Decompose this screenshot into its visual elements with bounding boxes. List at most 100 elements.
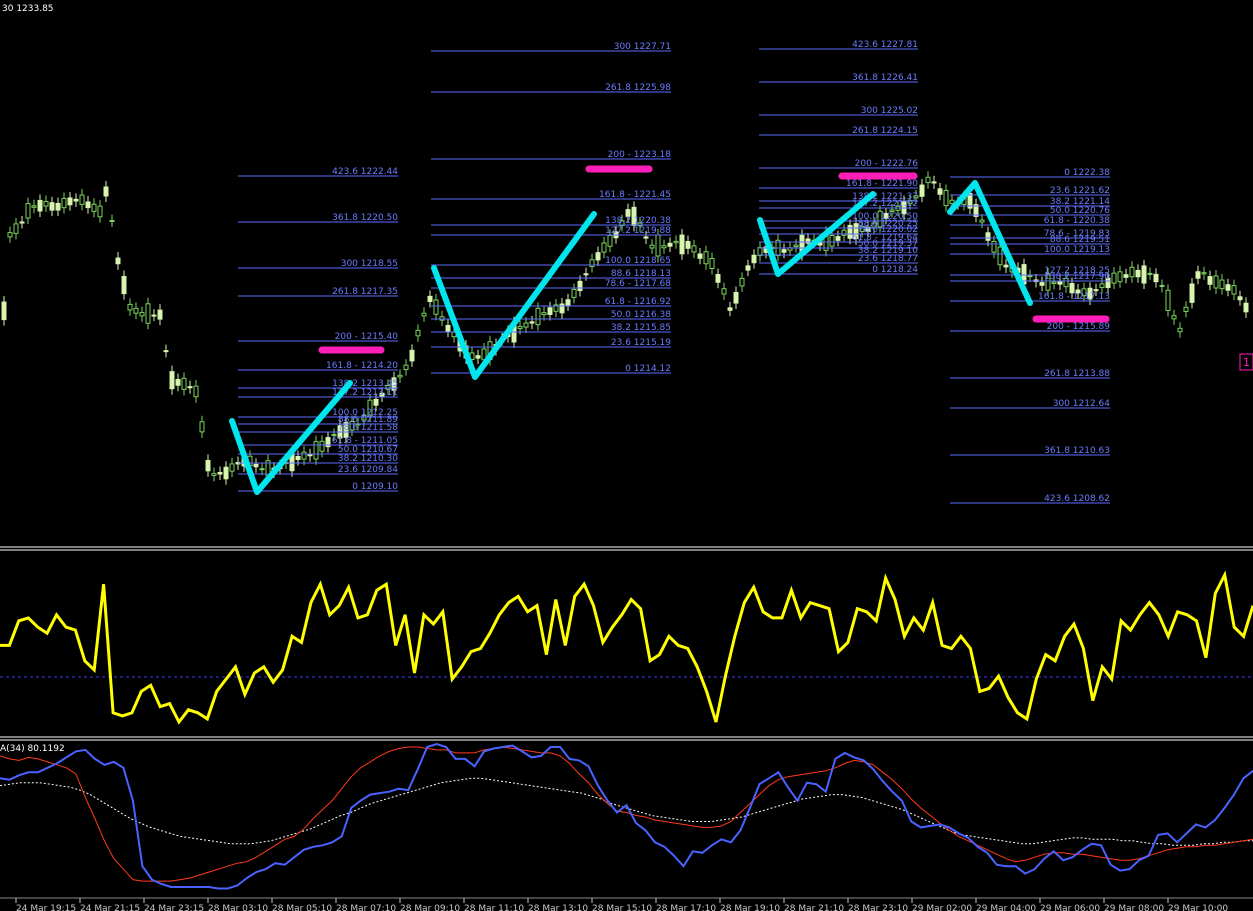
candle-body: [223, 466, 229, 480]
candle-body: [577, 280, 583, 292]
fib-level-label: 23.6 1215.19: [611, 338, 671, 348]
fib-level-label: 0 1222.38: [1064, 168, 1110, 178]
candle-body: [475, 355, 481, 359]
candle-body: [535, 307, 541, 326]
candle-body: [661, 245, 667, 249]
fib-level-label: 23.6 1218.77: [858, 254, 918, 264]
fib-level-label: 0 1209.10: [352, 482, 398, 492]
fib-level-label: 23.6 1221.62: [1050, 186, 1110, 196]
candle-body: [1147, 272, 1153, 275]
fib-level-label: 38.2 1210.30: [338, 454, 398, 464]
oscillator-line: [0, 570, 1253, 725]
candle-body: [415, 329, 421, 337]
fib-level-label: 200 - 1223.18: [608, 150, 672, 160]
time-tick-label: 28 Mar 15:10: [592, 904, 652, 911]
candle-body: [103, 186, 109, 197]
candle-body: [217, 472, 223, 475]
fib-level-label: 50.0 1220.76: [1050, 206, 1110, 216]
candle-body: [1159, 284, 1165, 287]
candle-body: [199, 421, 205, 433]
candle-body: [1129, 266, 1135, 278]
svg-text:1: 1: [1243, 356, 1250, 369]
candle-body: [61, 197, 67, 209]
candle-body: [1171, 315, 1177, 320]
fib-level-label: 78.6 - 1217.68: [605, 279, 671, 289]
candle-body: [595, 252, 601, 261]
fib-level-label: 261.8 1225.98: [605, 83, 671, 93]
candle-body: [649, 244, 655, 249]
time-tick-label: 29 Mar 04:00: [976, 904, 1036, 911]
candle-body: [979, 219, 985, 223]
candle-body: [835, 236, 841, 241]
candle-body: [43, 201, 49, 207]
candle-body: [727, 307, 733, 311]
candle-body: [685, 241, 691, 249]
candle-body: [937, 188, 943, 195]
time-tick-label: 24 Mar 19:15: [16, 904, 76, 911]
candle-body: [559, 303, 565, 314]
candle-body: [985, 232, 991, 241]
candle-body: [91, 203, 97, 212]
candle-body: [601, 242, 607, 253]
candle-body: [1213, 275, 1219, 289]
candle-body: [157, 309, 163, 320]
candle-body: [301, 451, 307, 460]
time-axis: 24 Mar 19:15 24 Mar 21:15 24 Mar 23:15 28 M…: [15, 898, 1228, 911]
candle-body: [31, 205, 37, 208]
fib-level-label: 61.8 - 1220.38: [1044, 216, 1110, 226]
candle-body: [715, 274, 721, 283]
time-tick-label: 28 Mar 07:10: [336, 904, 396, 911]
fib-level-label: 261.8 1224.15: [852, 126, 918, 136]
candle-body: [739, 277, 745, 287]
candle-body: [139, 312, 145, 317]
candle-body: [943, 190, 949, 207]
candle-body: [1237, 296, 1243, 301]
fib-level-label: 161.8 - 1221.45: [599, 190, 671, 200]
candle-body: [409, 349, 415, 362]
time-tick-label: 29 Mar 10:00: [1168, 904, 1228, 911]
trading-chart[interactable]: 423.6 1222.44 361.8 1220.50 300 1218.55 261…: [0, 0, 1253, 911]
price-tag: 1: [1239, 353, 1253, 371]
time-tick-label: 29 Mar 06:00: [1040, 904, 1100, 911]
fib-level-label: 138.2 1220.38: [605, 216, 671, 226]
indicator-label: A(34) 80.1192: [0, 744, 65, 754]
candle-body: [667, 242, 673, 247]
fib-level-label: 300 1218.55: [341, 259, 398, 269]
candle-body: [1195, 271, 1201, 279]
candle-body: [151, 314, 157, 317]
candle-body: [319, 440, 325, 452]
candle-body: [1027, 275, 1033, 278]
fib-level-label: 38.2 1215.85: [611, 323, 671, 333]
time-tick-label: 28 Mar 21:10: [784, 904, 844, 911]
candle-body: [1165, 289, 1171, 312]
candle-body: [733, 291, 739, 304]
candle-body: [439, 316, 445, 321]
time-tick-label: 28 Mar 09:10: [400, 904, 460, 911]
candle-body: [313, 441, 319, 460]
fib-level-label: 200 - 1222.76: [855, 159, 919, 169]
fib-level-label: 200 - 1215.89: [1047, 322, 1111, 332]
candle-body: [1225, 284, 1231, 291]
candle-body: [403, 364, 409, 371]
candle-body: [571, 288, 577, 298]
candle-body: [691, 245, 697, 253]
candle-body: [757, 247, 763, 257]
candle-body: [85, 201, 91, 209]
candle-body: [673, 240, 679, 244]
candle-body: [79, 194, 85, 205]
fib-level-label: 300 1227.71: [614, 42, 671, 52]
candle-body: [655, 234, 661, 257]
fib-level-label: 361.8 1210.63: [1044, 446, 1110, 456]
candle-body: [541, 312, 547, 316]
candle-body: [841, 229, 847, 236]
candle-body: [547, 307, 553, 315]
candle-body: [1003, 264, 1009, 268]
fib-level-label: 161.8 - 1221.90: [846, 179, 918, 189]
candle-body: [991, 240, 997, 253]
candle-body: [1207, 276, 1213, 285]
time-tick-label: 28 Mar 11:10: [464, 904, 524, 911]
candle-body: [1183, 306, 1189, 312]
candle-body: [1039, 282, 1045, 286]
candle-body: [121, 275, 127, 295]
candle-body: [73, 198, 79, 202]
